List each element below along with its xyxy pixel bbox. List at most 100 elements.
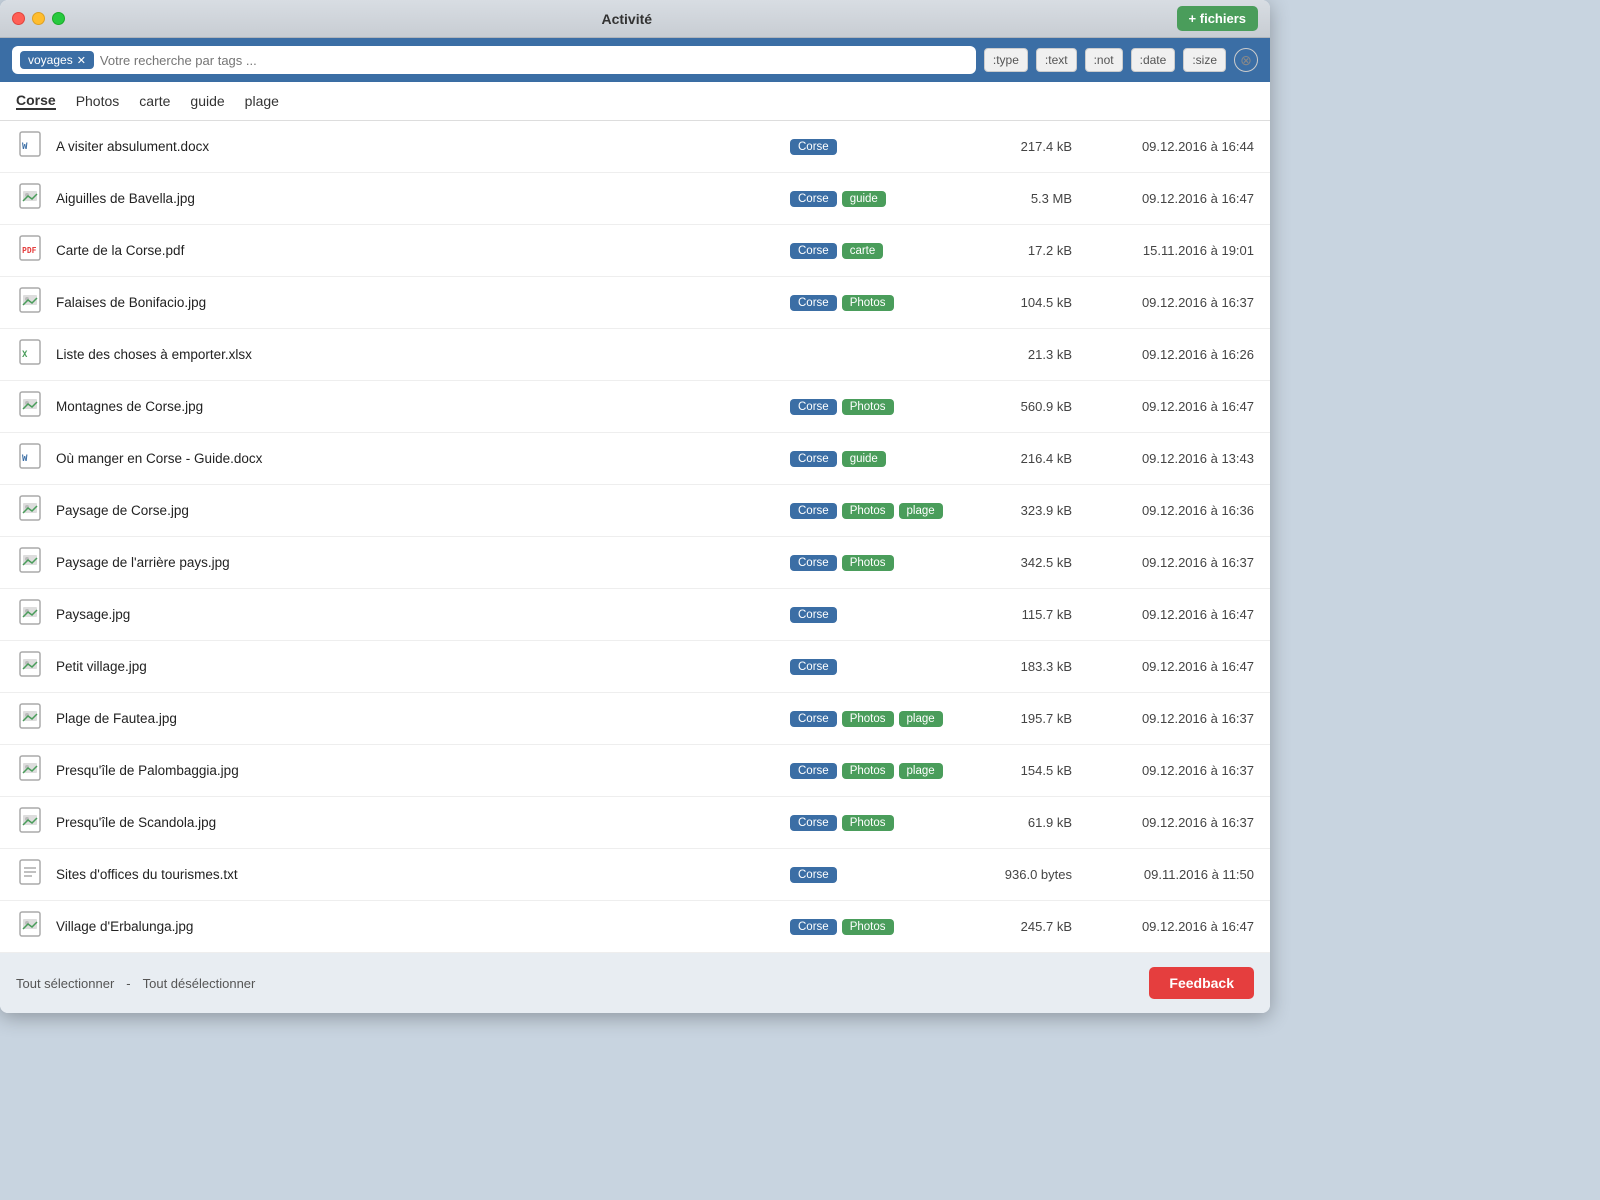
not-filter-button[interactable]: :not: [1085, 48, 1123, 72]
table-row[interactable]: Presqu'île de Palombaggia.jpgCorsePhotos…: [0, 745, 1270, 797]
tag-corse[interactable]: Corse: [790, 555, 837, 571]
file-date: 15.11.2016 à 19:01: [1084, 243, 1254, 258]
table-row[interactable]: Plage de Fautea.jpg Corse Photos plage 195.7…: [0, 693, 1270, 745]
file-type-icon: [16, 547, 44, 578]
search-bar: voyages ✕ :type :text :not :date :size ⊗: [0, 38, 1270, 82]
tag-corse[interactable]: Corse: [790, 295, 837, 311]
tag-corse[interactable]: Corse: [790, 451, 837, 467]
search-input[interactable]: [100, 53, 968, 68]
table-row[interactable]: WOù manger en Corse - Guide.docxCorsegui…: [0, 433, 1270, 485]
tag-corse[interactable]: Corse: [790, 919, 837, 935]
tag-corse[interactable]: Corse: [790, 815, 837, 831]
tag-photos[interactable]: Photos: [842, 555, 894, 571]
file-size: 154.5 kB: [982, 763, 1072, 778]
tag-plage[interactable]: plage: [899, 503, 943, 519]
traffic-lights: [12, 12, 65, 25]
maximize-button[interactable]: [52, 12, 65, 25]
file-date: 09.12.2016 à 16:47: [1084, 191, 1254, 206]
select-all-link[interactable]: Tout sélectionner: [16, 976, 114, 991]
tag-photos[interactable]: Photos: [842, 399, 894, 415]
file-tags: Corse: [790, 139, 970, 155]
table-row[interactable]: Paysage.jpgCorse115.7 kB09.12.2016 à 16:…: [0, 589, 1270, 641]
type-filter-button[interactable]: :type: [984, 48, 1028, 72]
feedback-button[interactable]: Feedback: [1149, 967, 1254, 999]
file-tags: Corse Photos plage: [790, 763, 970, 779]
file-name: Petit village.jpg: [56, 659, 778, 674]
table-row[interactable]: Sites d'offices du tourismes.txtCorse936…: [0, 849, 1270, 901]
tag-corse[interactable]: Corse: [790, 503, 837, 519]
file-size: 17.2 kB: [982, 243, 1072, 258]
text-filter-button[interactable]: :text: [1036, 48, 1077, 72]
active-tag-pill[interactable]: voyages ✕: [20, 51, 94, 69]
suggestion-plage[interactable]: plage: [245, 93, 279, 109]
tag-suggestions: Corse Photos carte guide plage: [0, 82, 1270, 121]
tag-plage[interactable]: plage: [899, 711, 943, 727]
file-size: 195.7 kB: [982, 711, 1072, 726]
close-button[interactable]: [12, 12, 25, 25]
tag-photos[interactable]: Photos: [842, 763, 894, 779]
file-size: 104.5 kB: [982, 295, 1072, 310]
tag-photos[interactable]: Photos: [842, 711, 894, 727]
file-type-icon: [16, 859, 44, 890]
tag-photos[interactable]: Photos: [842, 815, 894, 831]
suggestion-guide[interactable]: guide: [190, 93, 224, 109]
tag-corse[interactable]: Corse: [790, 763, 837, 779]
deselect-all-link[interactable]: Tout désélectionner: [143, 976, 256, 991]
table-row[interactable]: Paysage de Corse.jpgCorsePhotosplage323.…: [0, 485, 1270, 537]
file-type-icon: [16, 183, 44, 214]
minimize-button[interactable]: [32, 12, 45, 25]
table-row[interactable]: Petit village.jpgCorse183.3 kB09.12.2016…: [0, 641, 1270, 693]
main-window: Activité + fichiers voyages ✕ :type :tex…: [0, 0, 1270, 1013]
suggestion-corse[interactable]: Corse: [16, 92, 56, 110]
tag-plage[interactable]: plage: [899, 763, 943, 779]
file-date: 09.12.2016 à 16:47: [1084, 607, 1254, 622]
file-type-icon: [16, 755, 44, 786]
tag-corse[interactable]: Corse: [790, 659, 837, 675]
tag-corse[interactable]: Corse: [790, 711, 837, 727]
tag-guide[interactable]: guide: [842, 191, 886, 207]
tag-corse[interactable]: Corse: [790, 867, 837, 883]
table-row[interactable]: Presqu'île de Scandola.jpgCorsePhotos61.…: [0, 797, 1270, 849]
selection-controls: Tout sélectionner - Tout désélectionner: [16, 976, 255, 991]
table-row[interactable]: WA visiter absulument.docxCorse217.4 kB0…: [0, 121, 1270, 173]
footer-separator: -: [126, 976, 130, 991]
file-size: 216.4 kB: [982, 451, 1072, 466]
remove-tag-icon[interactable]: ✕: [77, 54, 86, 67]
add-files-button[interactable]: + fichiers: [1177, 6, 1258, 31]
file-type-icon: W: [16, 443, 44, 474]
suggestion-carte[interactable]: carte: [139, 93, 170, 109]
size-filter-button[interactable]: :size: [1183, 48, 1226, 72]
table-row[interactable]: Village d'Erbalunga.jpgCorsePhotos245.7 …: [0, 901, 1270, 953]
tag-photos[interactable]: Photos: [842, 295, 894, 311]
tag-corse[interactable]: Corse: [790, 607, 837, 623]
tag-corse[interactable]: Corse: [790, 139, 837, 155]
table-row[interactable]: Montagnes de Corse.jpgCorsePhotos560.9 k…: [0, 381, 1270, 433]
tag-photos[interactable]: Photos: [842, 919, 894, 935]
file-name: Plage de Fautea.jpg: [56, 711, 778, 726]
search-field[interactable]: voyages ✕: [12, 46, 976, 74]
tag-corse[interactable]: Corse: [790, 243, 837, 259]
tag-corse[interactable]: Corse: [790, 191, 837, 207]
window-title: Activité: [77, 11, 1177, 27]
tag-guide[interactable]: guide: [842, 451, 886, 467]
clear-search-button[interactable]: ⊗: [1234, 48, 1258, 72]
table-row[interactable]: XListe des choses à emporter.xlsx21.3 kB…: [0, 329, 1270, 381]
tag-corse[interactable]: Corse: [790, 399, 837, 415]
svg-text:PDF: PDF: [22, 246, 37, 255]
file-size: 61.9 kB: [982, 815, 1072, 830]
tag-carte[interactable]: carte: [842, 243, 884, 259]
file-tags: Corse carte: [790, 243, 970, 259]
table-row[interactable]: Aiguilles de Bavella.jpgCorseguide5.3 MB…: [0, 173, 1270, 225]
table-row[interactable]: Falaises de Bonifacio.jpgCorsePhotos104.…: [0, 277, 1270, 329]
file-type-icon: [16, 807, 44, 838]
table-row[interactable]: Paysage de l'arrière pays.jpgCorsePhotos…: [0, 537, 1270, 589]
file-type-icon: X: [16, 339, 44, 370]
tag-photos[interactable]: Photos: [842, 503, 894, 519]
date-filter-button[interactable]: :date: [1131, 48, 1176, 72]
suggestion-photos[interactable]: Photos: [76, 93, 120, 109]
file-tags: Corse Photos: [790, 815, 970, 831]
file-name: Liste des choses à emporter.xlsx: [56, 347, 778, 362]
file-tags: Corse Photos plage: [790, 711, 970, 727]
active-tag-label: voyages: [28, 53, 73, 67]
table-row[interactable]: PDFCarte de la Corse.pdfCorsecarte17.2 k…: [0, 225, 1270, 277]
